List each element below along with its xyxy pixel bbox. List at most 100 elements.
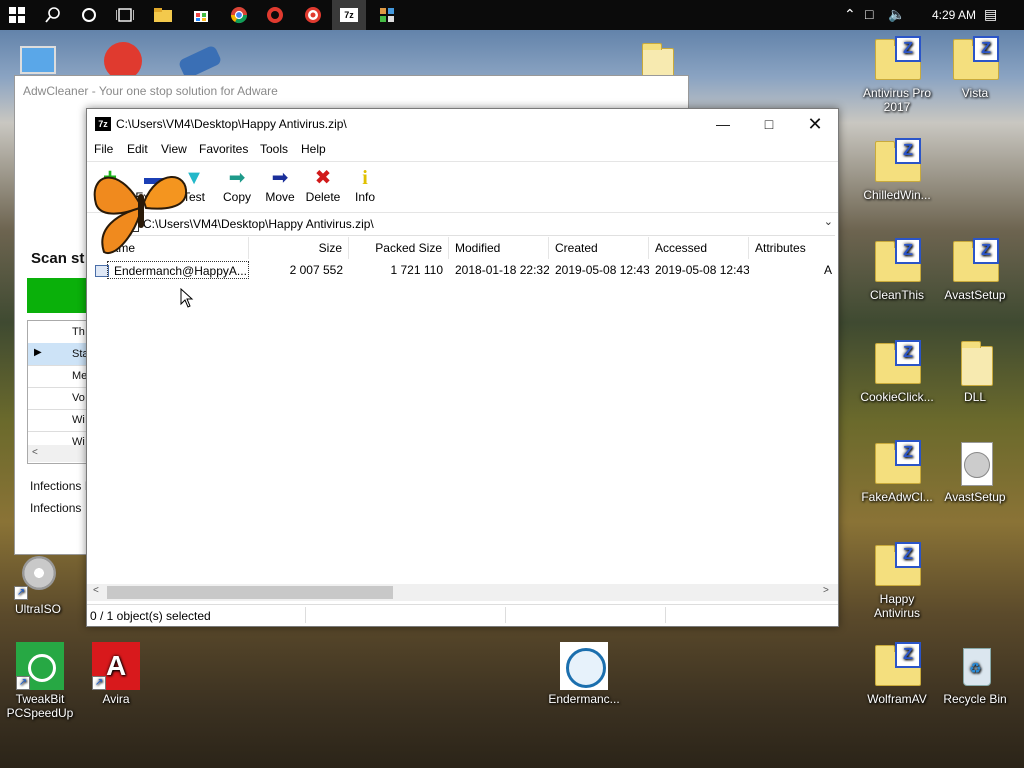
app2-taskbar[interactable] xyxy=(370,0,404,30)
address-path[interactable]: C:\Users\VM4\Desktop\Happy Antivirus.zip… xyxy=(143,217,374,231)
zip-folder-icon: Z xyxy=(873,36,921,84)
desktop-icon-label: Endermanc... xyxy=(548,692,620,706)
desktop-icon-antivirus-pro-2017[interactable]: Z Antivirus Pro 2017 xyxy=(859,36,935,114)
7zip-window[interactable]: 7z C:\Users\VM4\Desktop\Happy Antivirus.… xyxy=(86,108,839,627)
menu-tools[interactable]: Tools xyxy=(260,142,288,156)
status-text: 0 / 1 object(s) selected xyxy=(90,609,211,623)
move-button[interactable]: ➡ Move xyxy=(257,166,303,204)
col-attributes[interactable]: Attributes xyxy=(749,237,838,259)
desktop-icon-endermanch[interactable]: Endermanc... xyxy=(546,642,622,706)
copy-button[interactable]: ➡ Copy xyxy=(214,166,260,204)
tweakbit-icon: ↗ xyxy=(16,642,64,690)
maximize-icon: □ xyxy=(764,116,774,132)
search-icon xyxy=(45,7,60,23)
ccleaner-taskbar[interactable] xyxy=(258,0,292,30)
scroll-thumb[interactable] xyxy=(107,586,393,599)
desktop-icon-vista[interactable]: Z Vista xyxy=(937,36,1013,100)
desktop-icon-fakeadwcl[interactable]: Z FakeAdwCl... xyxy=(859,440,935,504)
chevron-down-icon[interactable]: ⌄ xyxy=(824,215,833,228)
desktop-icon-cookieclick[interactable]: Z CookieClick... xyxy=(859,340,935,404)
test-icon: ▼ xyxy=(184,167,204,189)
maximize-button[interactable]: □ xyxy=(746,109,792,139)
table-row[interactable]: Endermanch@HappyA... 2 007 552 1 721 110… xyxy=(87,261,838,279)
desktop-icon-label: DLL xyxy=(963,390,986,404)
7zip-titlebar[interactable]: 7z C:\Users\VM4\Desktop\Happy Antivirus.… xyxy=(87,109,838,139)
desktop-icon-chilledwin[interactable]: Z ChilledWin... xyxy=(859,138,935,202)
col-created[interactable]: Created xyxy=(549,237,649,259)
folder-icon xyxy=(951,340,999,388)
cortana-icon xyxy=(82,8,96,22)
col-packed-size[interactable]: Packed Size xyxy=(349,237,449,259)
info-button[interactable]: i Info xyxy=(342,166,388,204)
chevron-left-icon[interactable]: < xyxy=(32,447,38,458)
desktop-icon-label: WolframAV xyxy=(867,692,927,706)
chevron-left-icon[interactable]: < xyxy=(93,585,99,596)
desktop-icon-label: Recycle Bin xyxy=(943,692,1007,706)
7zip-taskbar[interactable]: 7z xyxy=(332,0,366,30)
chrome-taskbar[interactable] xyxy=(222,0,256,30)
menu-view[interactable]: View xyxy=(161,142,187,156)
desktop-icon-happy-antivirus[interactable]: Z Happy Antivirus xyxy=(859,542,935,620)
file-created: 2019-05-08 12:43 xyxy=(555,263,649,277)
infections-label-1: Infections I xyxy=(30,479,89,493)
desktop-icon-ultraiso[interactable]: ↗ UltraISO xyxy=(0,552,76,616)
zip-archive-icon: Z xyxy=(125,217,139,232)
menu-favorites[interactable]: Favorites xyxy=(199,142,248,156)
col-name[interactable]: Name xyxy=(87,237,249,259)
endermanch-icon xyxy=(560,642,608,690)
cortana-button[interactable] xyxy=(72,0,106,30)
grid-app-icon xyxy=(380,8,394,22)
adwcleaner-title: AdwCleaner - Your one stop solution for … xyxy=(23,84,278,98)
chevron-right-icon[interactable]: > xyxy=(823,585,829,596)
zip-folder-icon: Z xyxy=(951,238,999,286)
desktop-icon-avastsetup-zip[interactable]: Z AvastSetup xyxy=(937,238,1013,302)
horizontal-scrollbar[interactable]: < > xyxy=(87,584,838,601)
desktop-icon-cleanthis[interactable]: Z CleanThis xyxy=(859,238,935,302)
col-size[interactable]: Size xyxy=(249,237,349,259)
chrome-icon xyxy=(230,7,248,24)
volume-muted-icon[interactable]: 🔈 xyxy=(888,6,905,23)
notifications-icon[interactable]: ▤ xyxy=(984,6,997,23)
close-button[interactable]: ✕ xyxy=(792,109,838,139)
desktop-icon-label: AvastSetup xyxy=(944,288,1006,302)
menu-help[interactable]: Help xyxy=(301,142,326,156)
store-taskbar[interactable] xyxy=(184,0,218,30)
desktop-icon-dll[interactable]: DLL xyxy=(937,340,1013,404)
zip-folder-icon: Z xyxy=(873,138,921,186)
zip-folder-icon: Z xyxy=(951,36,999,84)
desktop-icon-label: Vista xyxy=(961,86,989,100)
app-taskbar[interactable] xyxy=(296,0,330,30)
network-icon[interactable]: □ xyxy=(865,6,873,22)
col-accessed[interactable]: Accessed xyxy=(649,237,749,259)
task-view-button[interactable] xyxy=(108,0,142,30)
desktop-icon-wolframav[interactable]: Z WolframAV xyxy=(859,642,935,706)
search-button[interactable] xyxy=(36,0,70,30)
desktop-icon-avira[interactable]: A ↗ Avira xyxy=(78,642,154,706)
store-icon xyxy=(194,11,208,22)
status-separator xyxy=(665,607,666,623)
desktop-icon-label: ChilledWin... xyxy=(863,188,931,202)
col-modified[interactable]: Modified xyxy=(449,237,549,259)
start-button[interactable] xyxy=(0,0,34,30)
add-button[interactable]: + Add xyxy=(87,164,133,205)
chevron-up-icon[interactable]: ⌃ xyxy=(844,6,856,23)
menu-edit[interactable]: Edit xyxy=(127,142,148,156)
status-bar: 0 / 1 object(s) selected xyxy=(87,604,838,626)
delete-button[interactable]: ✖ Delete xyxy=(300,166,346,204)
desktop-icon-label: UltraISO xyxy=(14,602,61,616)
plus-icon: + xyxy=(102,164,117,191)
file-name[interactable]: Endermanch@HappyA... xyxy=(107,261,249,279)
minimize-button[interactable]: — xyxy=(700,109,746,139)
clock[interactable]: 4:29 AM xyxy=(932,8,976,22)
copy-arrow-icon: ➡ xyxy=(228,167,246,189)
file-accessed: 2019-05-08 12:43 xyxy=(655,263,749,277)
menu-file[interactable]: File xyxy=(94,142,113,156)
taskbar: 7z ⌃ □ 🔈 4:29 AM ▤ xyxy=(0,0,1024,30)
address-bar[interactable]: Z C:\Users\VM4\Desktop\Happy Antivirus.z… xyxy=(115,213,835,236)
desktop-icon-tweakbit[interactable]: ↗ TweakBit PCSpeedUp xyxy=(2,642,78,720)
desktop-icon-avastsetup-disc[interactable]: AvastSetup xyxy=(937,440,1013,504)
file-explorer-taskbar[interactable] xyxy=(146,0,180,30)
test-button[interactable]: ▼ Test xyxy=(171,166,217,204)
desktop-icon-recycle-bin[interactable]: ♻ Recycle Bin xyxy=(937,642,1013,706)
status-separator xyxy=(505,607,506,623)
